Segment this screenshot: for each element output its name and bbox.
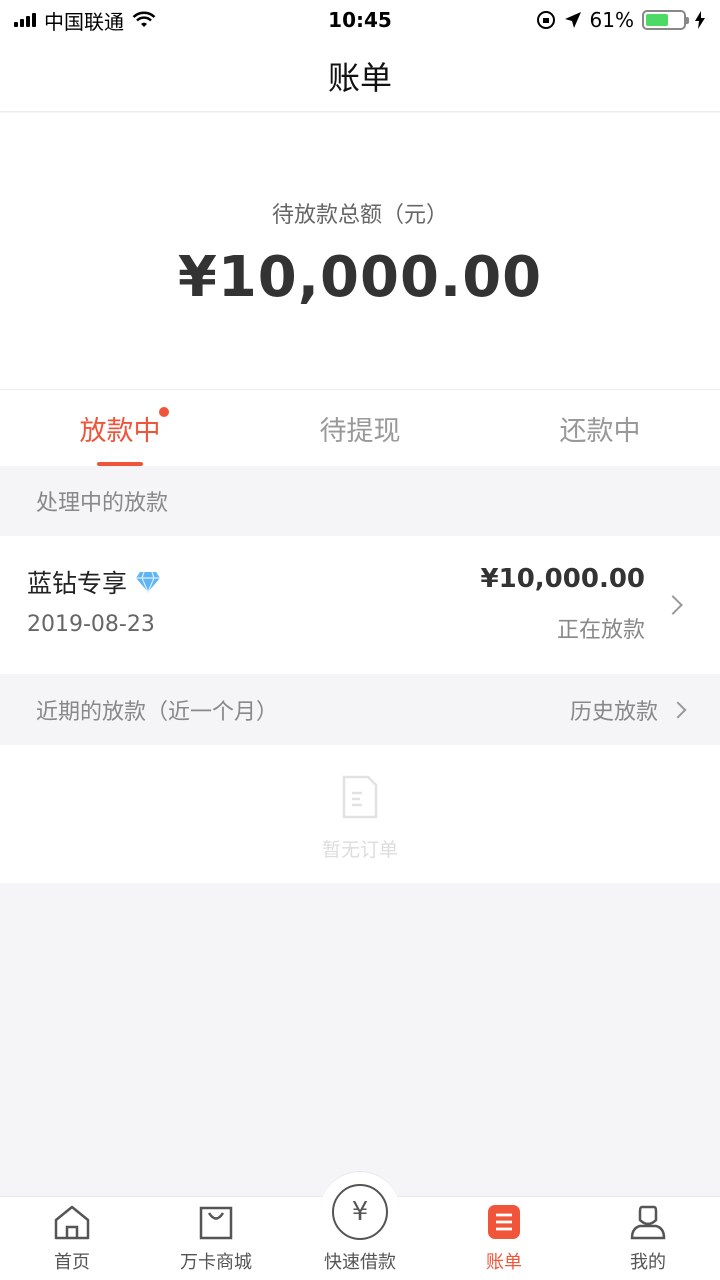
status-left: 中国联通 (14, 6, 156, 35)
loan-item[interactable]: 蓝钻专享 2019-08-23 ¥10,000.00 正在放款 (0, 536, 720, 674)
location-arrow-icon (564, 12, 581, 28)
loan-amount: ¥10,000.00 (480, 564, 645, 594)
tabbar-label: 快速借款 (324, 1252, 396, 1273)
tabbar-label: 万卡商城 (180, 1252, 252, 1273)
loan-name-row: 蓝钻专享 (27, 564, 161, 600)
tab-repaying[interactable]: 还款中 (480, 390, 720, 466)
status-bar: 中国联通 10:45 61% (0, 0, 720, 40)
tabbar-me[interactable]: 我的 (576, 1197, 720, 1280)
battery-fill (646, 14, 668, 26)
nav-bar: 账单 (0, 40, 720, 112)
tabbar-mall[interactable]: 万卡商城 (144, 1197, 288, 1280)
wifi-icon (132, 11, 156, 27)
notification-dot (158, 406, 169, 417)
battery-percent: 61% (589, 8, 634, 32)
tabbar-label: 我的 (630, 1252, 666, 1273)
summary-amount: ¥10,000.00 (177, 245, 543, 310)
bill-icon (488, 1205, 520, 1239)
carrier-name: 中国联通 (44, 9, 124, 34)
chevron-right-icon (663, 595, 683, 615)
empty-state: 暂无订单 (0, 745, 720, 883)
diamond-icon (136, 571, 161, 594)
home-icon (54, 1205, 90, 1240)
section-title: 处理中的放款 (36, 491, 169, 516)
tabbar-home[interactable]: 首页 (0, 1197, 144, 1280)
battery-icon (642, 10, 689, 30)
page-title: 账单 (327, 58, 392, 97)
tab-label: 放款中 (79, 415, 161, 447)
status-tabs: 放款中 待提现 还款中 (0, 389, 720, 466)
shopping-bag-icon (199, 1206, 233, 1240)
quick-loan-button[interactable]: ¥ (320, 1171, 400, 1251)
rotation-lock-icon (536, 11, 555, 29)
processing-section-header: 处理中的放款 (0, 466, 720, 536)
history-disbursements-link[interactable]: 历史放款 (569, 694, 687, 726)
user-icon (630, 1205, 666, 1240)
yuan-circle-icon: ¥ (332, 1183, 388, 1240)
signal-icon (14, 13, 36, 27)
tabbar-label: 账单 (486, 1252, 522, 1273)
loan-status: 正在放款 (556, 618, 645, 643)
empty-state-text: 暂无订单 (321, 839, 398, 861)
loan-date: 2019-08-23 (27, 612, 155, 637)
history-link-label: 历史放款 (569, 700, 658, 725)
status-right: 61% (536, 8, 706, 32)
tab-label: 待提现 (319, 415, 401, 447)
charging-bolt-icon (695, 11, 705, 29)
tabbar-label: 首页 (54, 1252, 90, 1273)
section-title: 近期的放款（近一个月） (36, 700, 279, 725)
empty-document-icon (342, 775, 378, 819)
bottom-tab-bar: 首页 万卡商城 ¥ 快速借款 账单 我的 (0, 1171, 720, 1280)
tab-pending-withdrawal[interactable]: 待提现 (240, 390, 480, 466)
tabbar-quick-loan[interactable]: ¥ 快速借款 (288, 1171, 432, 1280)
loan-product-name: 蓝钻专享 (27, 569, 128, 598)
chevron-right-icon (669, 701, 687, 719)
summary-label: 待放款总额（元） (271, 203, 448, 228)
tab-disbursing[interactable]: 放款中 (0, 390, 240, 466)
recent-section-header: 近期的放款（近一个月） 历史放款 (0, 675, 720, 745)
tab-label: 还款中 (559, 415, 641, 447)
tabbar-bill[interactable]: 账单 (432, 1197, 576, 1280)
pending-amount-summary: 待放款总额（元） ¥10,000.00 (0, 113, 720, 389)
